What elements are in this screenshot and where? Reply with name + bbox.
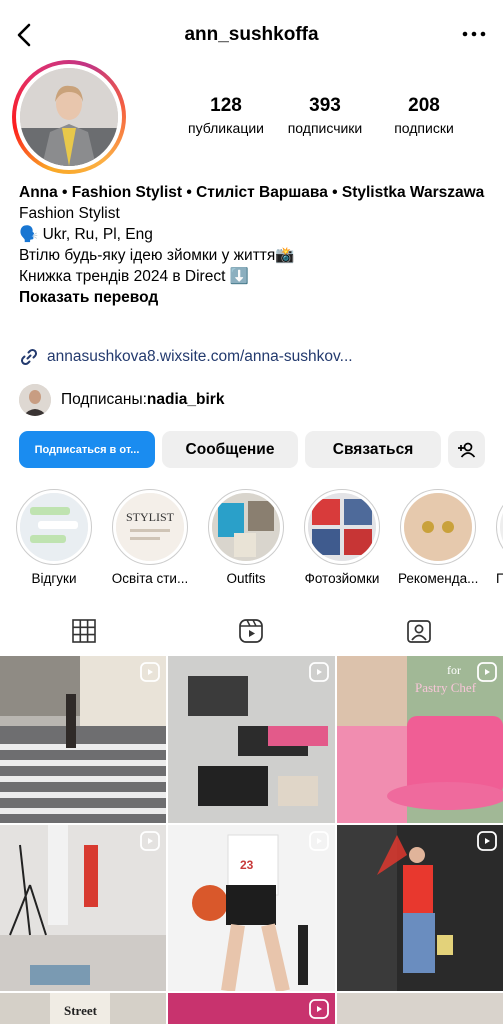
story-highlights: Відгуки STYLIST Освіта сти... Outfits Фо… — [14, 489, 503, 589]
post-thumbnail[interactable] — [0, 656, 166, 823]
stat-followers[interactable]: 393 подписчики — [279, 95, 371, 136]
followed-by-name: nadia_birk — [146, 391, 225, 408]
reels-icon — [309, 999, 329, 1019]
stat-value: 393 — [309, 95, 341, 116]
highlight-cover: STYLIST — [116, 493, 184, 561]
follow-button[interactable]: Подписаться в от... — [19, 431, 155, 468]
highlight-item[interactable]: Фотозйомки — [302, 489, 382, 586]
highlight-item[interactable]: Г — [494, 489, 503, 586]
avatar — [20, 68, 118, 166]
highlight-label: Outfits — [226, 571, 266, 586]
highlight-cover — [308, 493, 376, 561]
svg-text:23: 23 — [240, 858, 254, 872]
tagged-icon[interactable] — [406, 618, 432, 644]
post-thumbnail[interactable]: for Pastry Chef — [337, 656, 503, 823]
reels-icon — [477, 662, 497, 682]
stat-value: 128 — [210, 95, 242, 116]
post-thumbnail[interactable] — [168, 656, 335, 823]
post-thumbnail[interactable] — [337, 993, 503, 1024]
stat-label: публикации — [188, 120, 264, 136]
bio-line: Книжка трендів 2024 в Direct ⬇️ — [19, 268, 250, 285]
more-horizontal-icon[interactable] — [461, 24, 487, 44]
profile-tabs — [0, 610, 503, 654]
reels-icon — [140, 662, 160, 682]
post-thumbnail[interactable]: Street — [0, 993, 166, 1024]
highlight-item[interactable]: STYLIST Освіта сти... — [110, 489, 190, 586]
highlight-label: Г — [496, 571, 503, 586]
website-link-text: annasushkova8.wixsite.com/anna-sushkov..… — [47, 348, 353, 365]
post-thumbnail[interactable] — [337, 825, 503, 991]
add-user-button[interactable] — [448, 431, 485, 468]
highlight-label: Фотозйомки — [304, 571, 380, 586]
stat-posts[interactable]: 128 публикации — [180, 95, 272, 136]
grid-icon[interactable] — [71, 618, 97, 644]
top-bar: ann_sushkoffa — [0, 0, 503, 68]
website-link[interactable]: annasushkova8.wixsite.com/anna-sushkov..… — [19, 347, 489, 367]
profile-category: Fashion Stylist — [19, 205, 120, 222]
highlight-cover — [20, 493, 88, 561]
bio-line: Втілю будь-яку ідею зйомки у життя📸 — [19, 247, 295, 264]
post-caption-text: Pastry Chef — [415, 680, 477, 695]
reels-icon — [309, 662, 329, 682]
post-caption-text: Street — [64, 1003, 98, 1018]
action-buttons: Подписаться в от... Сообщение Связаться — [19, 431, 485, 468]
stat-label: подписки — [394, 120, 454, 136]
highlight-item[interactable]: Відгуки — [14, 489, 94, 586]
link-icon — [20, 348, 38, 366]
reels-icon — [309, 831, 329, 851]
stat-label: подписчики — [287, 120, 363, 136]
bio: Anna • Fashion Stylist • Стиліст Варшава… — [19, 182, 489, 308]
contact-button[interactable]: Связаться — [305, 431, 441, 468]
post-caption-text: for — [447, 663, 461, 677]
stat-value: 208 — [408, 95, 440, 116]
posts-grid: for Pastry Chef 23 Street — [0, 656, 503, 1024]
reels-icon[interactable] — [238, 618, 264, 644]
followed-by[interactable]: Подписаны: nadia_birk — [19, 384, 224, 416]
highlight-label: Рекоменда... — [398, 571, 478, 586]
page-title: ann_sushkoffa — [184, 24, 319, 45]
avatar — [19, 384, 51, 416]
profile-stats: 128 публикации 393 подписчики 208 подпис… — [180, 95, 470, 136]
bio-line: 🗣️ Ukr, Ru, Pl, Eng — [19, 226, 153, 243]
post-thumbnail[interactable] — [0, 825, 166, 991]
stat-following[interactable]: 208 подписки — [378, 95, 470, 136]
reels-icon — [140, 831, 160, 851]
post-thumbnail[interactable] — [168, 993, 335, 1024]
add-user-icon — [457, 442, 475, 458]
followed-by-prefix: Подписаны: — [61, 391, 147, 408]
highlight-item[interactable]: Outfits — [206, 489, 286, 586]
post-thumbnail[interactable]: 23 — [168, 825, 335, 991]
highlight-label: Відгуки — [31, 571, 77, 586]
highlight-cover — [404, 493, 472, 561]
profile-name: Anna • Fashion Stylist • Стиліст Варшава… — [19, 184, 485, 201]
reels-icon — [477, 831, 497, 851]
story-ring[interactable] — [12, 60, 126, 174]
message-button[interactable]: Сообщение — [162, 431, 298, 468]
highlight-cover — [212, 493, 280, 561]
highlight-item[interactable]: Рекоменда... — [398, 489, 478, 586]
translate-link[interactable]: Показать перевод — [19, 287, 489, 308]
highlight-label: Освіта сти... — [111, 571, 189, 586]
highlight-cover-text: STYLIST — [126, 510, 175, 524]
